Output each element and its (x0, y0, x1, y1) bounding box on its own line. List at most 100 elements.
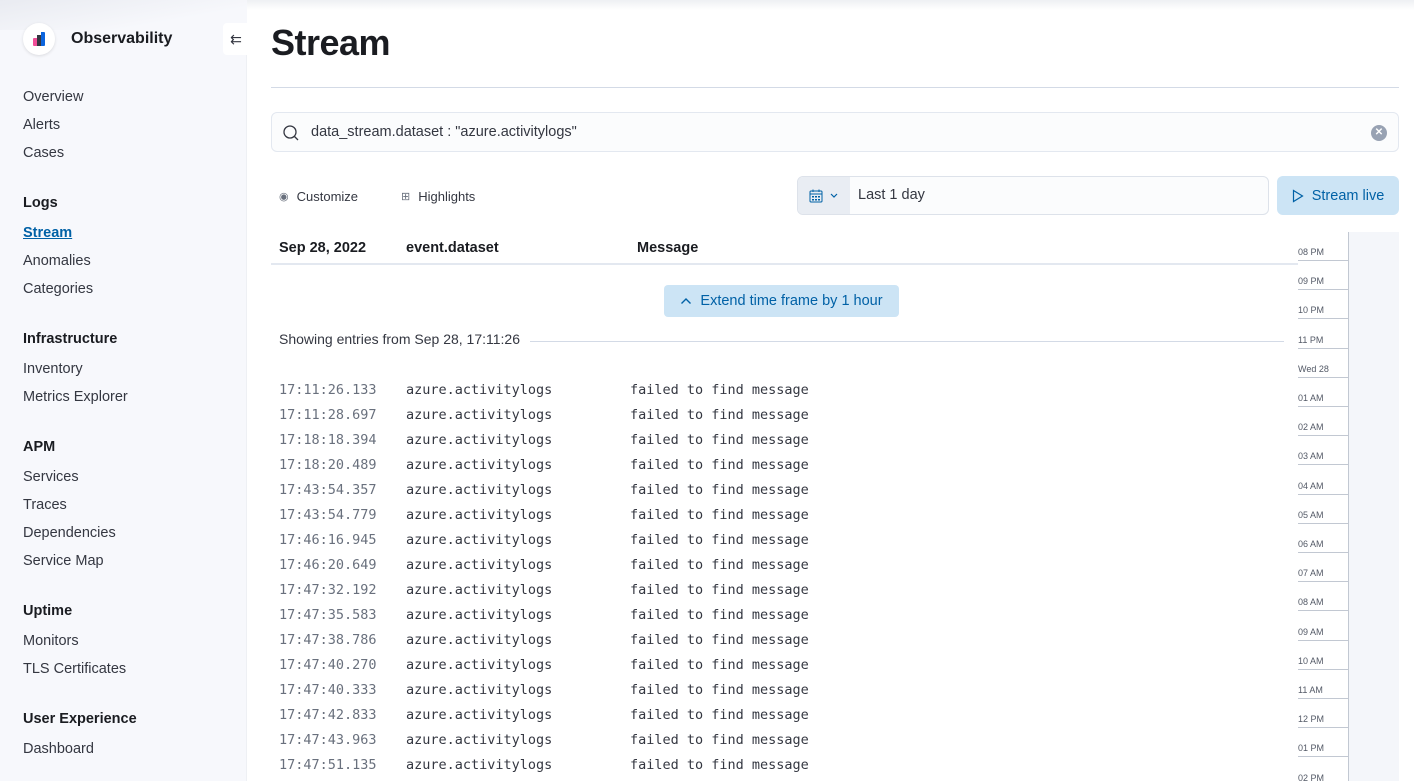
customize-label: Customize (296, 188, 359, 204)
log-row[interactable]: 17:11:26.133 azure.activitylogs failed to … (279, 378, 1289, 403)
sidebar-item-tls-certificates[interactable]: TLS Certificates (23, 658, 233, 686)
sidebar-item-service-map[interactable]: Service Map (23, 550, 233, 578)
log-message: failed to find message (630, 657, 809, 673)
log-row[interactable]: 17:18:20.489 azure.activitylogs failed to … (279, 453, 1289, 478)
log-timestamp: 17:46:20.649 (279, 557, 377, 573)
log-row[interactable]: 17:47:42.833 azure.activitylogs failed to … (279, 703, 1289, 728)
log-message: failed to find message (630, 432, 809, 448)
minimap-tick: 08 PM (1298, 232, 1348, 261)
sidebar-item-dependencies[interactable]: Dependencies (23, 522, 233, 550)
minimap-tick-label: Wed 28 (1298, 363, 1329, 374)
minimap-tick-label: 01 AM (1298, 393, 1324, 403)
log-message: failed to find message (630, 407, 809, 423)
log-dataset: azure.activitylogs (406, 382, 553, 398)
log-row[interactable]: 17:47:51.135 azure.activitylogs failed to … (279, 753, 1289, 778)
minimap-tick: 09 PM (1298, 261, 1348, 291)
minimap-tick-label: 01 PM (1298, 743, 1325, 754)
log-timestamp: 17:43:54.357 (279, 482, 377, 498)
log-row[interactable]: 17:43:54.357 azure.activitylogs failed to … (279, 478, 1289, 503)
sidebar-item-anomalies[interactable]: Anomalies (23, 250, 233, 278)
brand-title: Observability (71, 30, 173, 47)
minimap-tick-label: 08 AM (1298, 597, 1324, 608)
log-row[interactable]: 17:11:28.697 azure.activitylogs failed to … (279, 403, 1289, 428)
minimap-tick: 04 AM (1298, 466, 1348, 495)
stream-live-label: Stream live (1311, 187, 1385, 204)
log-minimap[interactable]: 08 PM 09 PM 10 PM 11 PM Wed 28 01 AM 02 AM 03 A… (1298, 232, 1399, 781)
log-row[interactable]: 17:47:38.786 azure.activitylogs failed to … (279, 628, 1289, 653)
customize-button[interactable]: ◉ Customize (279, 186, 358, 206)
sidebar-item-cases[interactable]: Cases (23, 142, 233, 170)
log-dataset: azure.activitylogs (406, 507, 553, 523)
sidebar-item-alerts[interactable]: Alerts (23, 114, 233, 142)
quick-select-button[interactable] (798, 177, 850, 214)
log-entries-list: 17:11:26.133 azure.activitylogs failed to … (279, 378, 1289, 778)
eye-icon: ◉ (279, 190, 289, 203)
search-input[interactable] (311, 113, 1351, 151)
sidebar-item-metrics-explorer[interactable]: Metrics Explorer (23, 386, 233, 414)
sidebar-item-categories[interactable]: Categories (23, 278, 233, 306)
sidebar-heading-infrastructure: Infrastructure (23, 331, 118, 347)
log-dataset: azure.activitylogs (406, 582, 553, 598)
minimap-tick: 09 AM (1298, 612, 1348, 641)
collapse-sidebar-button[interactable]: ⇇ (223, 23, 249, 55)
log-row[interactable]: 17:18:18.394 azure.activitylogs failed to … (279, 428, 1289, 453)
sidebar: Observability ⇇ Overview Alerts Cases Logs S… (0, 0, 249, 781)
minimap-tick-label: 11 PM (1298, 334, 1324, 345)
column-header-message: Message (637, 240, 699, 256)
sidebar-heading-user-experience: User Experience (23, 711, 137, 727)
brand[interactable]: Observability (23, 23, 172, 55)
sidebar-item-traces[interactable]: Traces (23, 494, 233, 522)
extend-label: Extend time frame by 1 hour (700, 293, 883, 309)
clear-search-button[interactable]: ✕ (1371, 125, 1387, 141)
minimap-tick-label: 04 AM (1298, 480, 1324, 491)
minimap-track[interactable] (1349, 232, 1399, 781)
extend-time-frame-button[interactable]: Extend time frame by 1 hour (664, 285, 899, 317)
log-dataset: azure.activitylogs (406, 432, 553, 448)
log-timestamp: 17:47:40.333 (279, 682, 377, 698)
log-dataset: azure.activitylogs (406, 657, 553, 673)
log-message: failed to find message (630, 582, 809, 598)
highlighter-icon: ⊞ (401, 190, 411, 203)
stream-live-button[interactable]: Stream live (1277, 176, 1399, 215)
log-row[interactable]: 17:47:32.192 azure.activitylogs failed to … (279, 578, 1289, 603)
minimap-tick: 08 AM (1298, 582, 1348, 612)
log-row[interactable]: 17:46:20.649 azure.activitylogs failed to … (279, 553, 1289, 578)
log-message: failed to find message (630, 607, 809, 623)
sidebar-item-inventory[interactable]: Inventory (23, 358, 233, 386)
observability-logo-icon (23, 23, 55, 55)
sidebar-nav: Overview Alerts Cases Logs Stream Anomalies Ca… (23, 86, 233, 766)
sidebar-heading-logs: Logs (23, 195, 58, 211)
log-row[interactable]: 17:46:16.945 azure.activitylogs failed to … (279, 528, 1289, 553)
log-dataset: azure.activitylogs (406, 407, 553, 423)
play-icon (1292, 188, 1304, 203)
sidebar-item-stream[interactable]: Stream (23, 222, 233, 250)
minimap-tick: 11 PM (1298, 320, 1348, 349)
sidebar-item-monitors[interactable]: Monitors (23, 630, 233, 658)
minimap-tick: 02 AM (1298, 407, 1348, 437)
log-message: failed to find message (630, 532, 809, 548)
log-row[interactable]: 17:47:40.270 azure.activitylogs failed to … (279, 653, 1289, 678)
highlights-button[interactable]: ⊞ Highlights (401, 186, 475, 206)
highlights-label: Highlights (418, 188, 476, 204)
log-dataset: azure.activitylogs (406, 632, 553, 648)
log-timestamp: 17:18:18.394 (279, 432, 377, 448)
log-dataset: azure.activitylogs (406, 532, 553, 548)
app: Observability ⇇ Overview Alerts Cases Logs S… (0, 0, 1414, 781)
showing-entries-text: Showing entries from Sep 28, 17:11:26 (279, 331, 531, 347)
minimap-tick-label: 10 AM (1298, 655, 1324, 666)
chevron-down-icon (830, 193, 838, 198)
minimap-tick-label: 08 PM (1298, 247, 1325, 257)
log-row[interactable]: 17:43:54.779 azure.activitylogs failed to … (279, 503, 1289, 528)
minimap-tick: 12 PM (1298, 699, 1348, 729)
log-row[interactable]: 17:47:40.333 azure.activitylogs failed to … (279, 678, 1289, 703)
log-timestamp: 17:43:54.779 (279, 507, 377, 523)
log-row[interactable]: 17:47:43.963 azure.activitylogs failed to … (279, 728, 1289, 753)
sidebar-item-overview[interactable]: Overview (23, 86, 233, 114)
log-dataset: azure.activitylogs (406, 557, 553, 573)
minimap-tick-label: 07 AM (1298, 568, 1324, 579)
date-range-value[interactable]: Last 1 day (858, 177, 925, 214)
minimap-tick-label: 02 AM (1298, 422, 1324, 433)
sidebar-item-services[interactable]: Services (23, 466, 233, 494)
sidebar-item-dashboard[interactable]: Dashboard (23, 738, 233, 766)
log-row[interactable]: 17:47:35.583 azure.activitylogs failed to … (279, 603, 1289, 628)
